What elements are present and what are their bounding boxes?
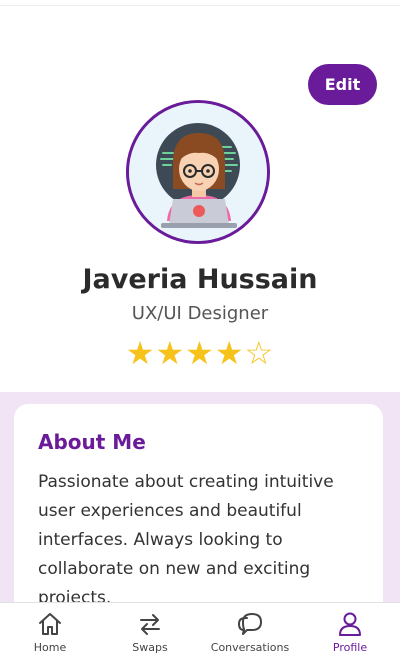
star-outline-icon: ☆ xyxy=(244,334,275,372)
nav-label-profile: Profile xyxy=(332,641,368,654)
avatar xyxy=(126,100,270,244)
chat-bubbles-icon xyxy=(237,613,262,635)
profile-content: About Me Passionate about creating intui… xyxy=(0,392,400,602)
profile-name: Javeria Hussain xyxy=(82,264,318,295)
bottom-nav: Home Swaps Conversations Profile xyxy=(0,602,400,667)
profile-role: UX/UI Designer xyxy=(131,303,269,324)
home-icon xyxy=(39,613,61,635)
nav-label-swaps: Swaps xyxy=(132,641,168,654)
about-text: Passionate about creating intuitive user… xyxy=(38,472,334,602)
nav-label-conversations: Conversations xyxy=(210,641,290,654)
nav-item-home[interactable]: Home xyxy=(0,603,100,667)
about-card: About Me Passionate about creating intui… xyxy=(14,404,383,602)
star-filled-icon: ★ xyxy=(155,334,186,372)
nav-label-home: Home xyxy=(33,641,67,654)
star-filled-icon: ★ xyxy=(214,334,245,372)
swap-arrows-icon xyxy=(140,614,160,635)
about-title: About Me xyxy=(38,430,146,454)
nav-item-swaps[interactable]: Swaps xyxy=(100,603,200,667)
rating-stars: ★★★★☆ xyxy=(0,334,400,372)
nav-item-profile[interactable]: Profile xyxy=(300,603,400,667)
star-filled-icon: ★ xyxy=(125,334,156,372)
star-filled-icon: ★ xyxy=(185,334,215,372)
edit-profile-button[interactable]: Edit xyxy=(308,64,377,105)
avatar-illustration xyxy=(129,103,267,241)
person-icon xyxy=(339,612,361,636)
nav-item-conversations[interactable]: Conversations xyxy=(200,603,300,667)
